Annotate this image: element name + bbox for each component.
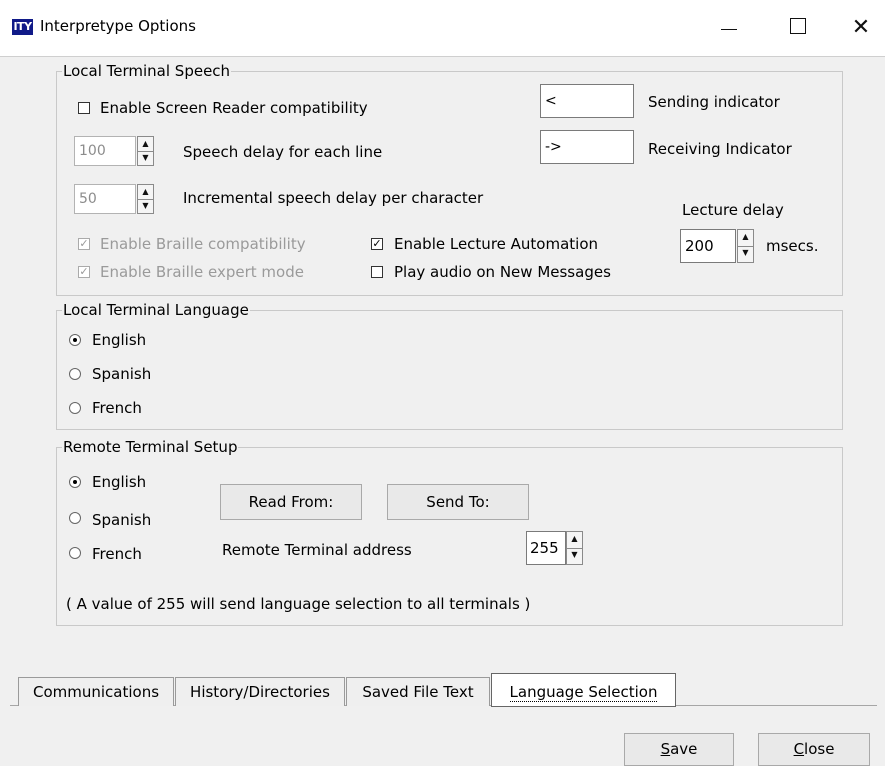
spin-down-icon[interactable]: ▼ <box>738 246 753 262</box>
lecture-delay-field[interactable]: 200 <box>680 229 736 263</box>
local-english-label: English <box>92 331 147 349</box>
lecture-delay-spinner[interactable]: ▲ ▼ <box>737 229 754 263</box>
remote-note-text: ( A value of 255 will send language sele… <box>66 595 531 613</box>
lecture-delay-unit: msecs. <box>766 237 819 255</box>
spin-up-icon[interactable]: ▲ <box>138 137 153 152</box>
send-to-button[interactable]: Send To: <box>387 484 529 520</box>
read-from-button[interactable]: Read From: <box>220 484 362 520</box>
incremental-delay-spinner[interactable]: ▲ ▼ <box>137 184 154 214</box>
screen-reader-checkbox[interactable] <box>78 102 90 114</box>
lecture-delay-label: Lecture delay <box>682 201 784 219</box>
spin-up-icon[interactable]: ▲ <box>567 532 582 549</box>
close-button[interactable]: Close <box>758 733 870 766</box>
spin-down-icon[interactable]: ▼ <box>138 151 153 165</box>
tab-history-directories[interactable]: History/Directories <box>175 677 345 706</box>
save-button[interactable]: Save <box>624 733 734 766</box>
local-french-label: French <box>92 399 142 417</box>
close-icon: ✕ <box>851 15 871 40</box>
sending-indicator-field[interactable]: < <box>540 84 634 118</box>
remote-english-radio[interactable] <box>69 476 81 488</box>
maximize-icon <box>790 18 806 34</box>
braille-compat-label: Enable Braille compatibility <box>100 235 306 253</box>
receiving-indicator-label: Receiving Indicator <box>648 140 792 158</box>
play-audio-label: Play audio on New Messages <box>394 263 611 281</box>
save-rest: ave <box>670 740 698 758</box>
spin-down-icon[interactable]: ▼ <box>138 199 153 213</box>
lecture-automation-label: Enable Lecture Automation <box>394 235 599 253</box>
tab-communications[interactable]: Communications <box>18 677 174 706</box>
speech-delay-field[interactable]: 100 <box>74 136 136 166</box>
close-mnemonic: C <box>793 740 805 758</box>
app-icon: ITY <box>12 19 33 35</box>
local-spanish-label: Spanish <box>92 365 152 383</box>
close-rest: lose <box>804 740 835 758</box>
braille-expert-checkbox: ✓ <box>78 265 90 278</box>
remote-terminal-setup-label: Remote Terminal Setup <box>62 438 239 456</box>
local-terminal-speech-label: Local Terminal Speech <box>62 62 232 80</box>
play-audio-checkbox[interactable] <box>371 266 383 278</box>
maximize-button[interactable] <box>775 8 821 48</box>
save-mnemonic: S <box>660 740 671 758</box>
lecture-automation-checkbox[interactable]: ✓ <box>371 238 383 250</box>
screen-reader-label: Enable Screen Reader compatibility <box>100 99 368 117</box>
braille-compat-checkbox: ✓ <box>78 237 90 250</box>
remote-spanish-label: Spanish <box>92 511 152 529</box>
incremental-delay-label: Incremental speech delay per character <box>183 189 484 207</box>
remote-address-field[interactable]: 255 <box>526 531 566 565</box>
close-window-button[interactable]: ✕ <box>838 8 884 48</box>
spin-up-icon[interactable]: ▲ <box>738 230 753 247</box>
remote-french-label: French <box>92 545 142 563</box>
remote-address-spinner[interactable]: ▲ ▼ <box>566 531 583 565</box>
speech-delay-spinner[interactable]: ▲ ▼ <box>137 136 154 166</box>
tab-saved-file-text[interactable]: Saved File Text <box>346 677 490 706</box>
spin-up-icon[interactable]: ▲ <box>138 185 153 200</box>
sending-indicator-label: Sending indicator <box>648 93 780 111</box>
speech-delay-label: Speech delay for each line <box>183 143 383 161</box>
minimize-button[interactable] <box>706 8 752 48</box>
incremental-delay-field[interactable]: 50 <box>74 184 136 214</box>
remote-french-radio[interactable] <box>69 547 81 559</box>
minimize-icon <box>721 28 737 30</box>
receiving-indicator-field[interactable]: -> <box>540 130 634 164</box>
tab-language-selection-label: Language Selection <box>509 683 658 702</box>
spin-down-icon[interactable]: ▼ <box>567 548 582 564</box>
local-terminal-language-group <box>56 310 843 430</box>
window-title: Interpretype Options <box>40 17 196 35</box>
remote-english-label: English <box>92 473 147 491</box>
braille-expert-label: Enable Braille expert mode <box>100 263 304 281</box>
remote-address-label: Remote Terminal address <box>222 541 412 559</box>
remote-spanish-radio[interactable] <box>69 512 81 524</box>
tab-language-selection[interactable]: Language Selection <box>491 673 676 707</box>
local-terminal-language-label: Local Terminal Language <box>62 301 250 319</box>
local-spanish-radio[interactable] <box>69 368 81 380</box>
local-english-radio[interactable] <box>69 334 81 346</box>
local-french-radio[interactable] <box>69 402 81 414</box>
